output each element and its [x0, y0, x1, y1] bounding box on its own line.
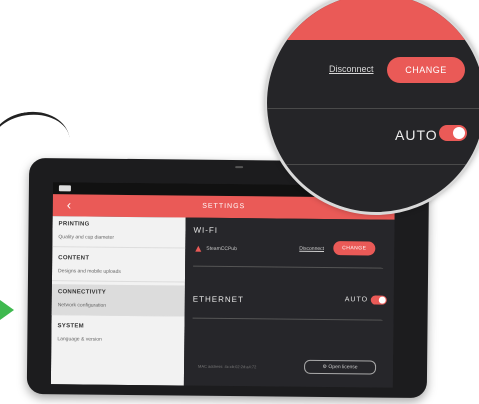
- ethernet-mode-label: AUTO: [344, 296, 369, 304]
- sidebar-item-sub: Network configuration: [57, 302, 107, 309]
- toggle-knob: [453, 127, 465, 139]
- sidebar-item-sub: Designs and mobile uploads: [58, 268, 121, 275]
- disconnect-link[interactable]: Disconnect: [299, 246, 324, 252]
- sidebar-item-sub: Language & version: [57, 336, 102, 343]
- sidebar-item-system[interactable]: SYSTEM Language & version: [51, 318, 184, 349]
- sidebar-item-label: CONNECTIVITY: [57, 289, 107, 296]
- change-button[interactable]: CHANGE: [333, 241, 376, 256]
- divider: [267, 164, 479, 165]
- magnified-auto-label: AUTO: [395, 127, 438, 143]
- green-arrow-icon: [0, 300, 14, 320]
- mac-address: MAC address: 4c:cb:02:2d:a4:72: [198, 363, 257, 370]
- magnified-disconnect-link[interactable]: Disconnect: [329, 64, 374, 74]
- wifi-heading: WI-FI: [193, 225, 219, 235]
- sidebar-item-content[interactable]: CONTENT Designs and mobile uploads: [51, 250, 186, 283]
- divider: [267, 108, 479, 109]
- sidebar-item-sub: Quality and cup diameter: [58, 234, 115, 241]
- toggle-knob: [378, 296, 386, 304]
- ethernet-heading: ETHERNET: [192, 294, 244, 305]
- sidebar-item-label: PRINTING: [58, 221, 90, 228]
- sidebar-item-label: CONTENT: [58, 255, 90, 262]
- sidebar-item-connectivity[interactable]: CONNECTIVITY Network configuration: [51, 284, 185, 317]
- magnified-auto-toggle[interactable]: [439, 125, 467, 141]
- divider: [192, 317, 383, 321]
- battery-icon: [58, 185, 71, 192]
- connectivity-panel: WI-FI SteamCCPub Disconnect CHANGE ETHER…: [183, 217, 395, 388]
- wifi-ssid: SteamCCPub: [206, 245, 237, 253]
- divider: [193, 265, 384, 269]
- sidebar-item-printing[interactable]: PRINTING Quality and cup diameter: [52, 216, 186, 249]
- settings-sidebar: PRINTING Quality and cup diameter CONTEN…: [50, 216, 186, 386]
- gear-icon: ⚙: [322, 363, 328, 371]
- tablet-screen: SETTINGS ‹ PRINTING Quality and cup diam…: [50, 182, 395, 388]
- wifi-icon: [194, 245, 202, 253]
- ethernet-auto-toggle[interactable]: [370, 295, 387, 305]
- sidebar-item-label: SYSTEM: [57, 323, 85, 330]
- chevron-left-icon[interactable]: ‹: [67, 197, 72, 213]
- magnified-change-button[interactable]: CHANGE: [387, 57, 465, 83]
- magnifier-title-bar: [267, 0, 479, 40]
- open-license-label: Open license: [328, 364, 358, 371]
- camera-icon: [235, 166, 244, 169]
- open-license-button[interactable]: ⚙ Open license: [304, 359, 377, 375]
